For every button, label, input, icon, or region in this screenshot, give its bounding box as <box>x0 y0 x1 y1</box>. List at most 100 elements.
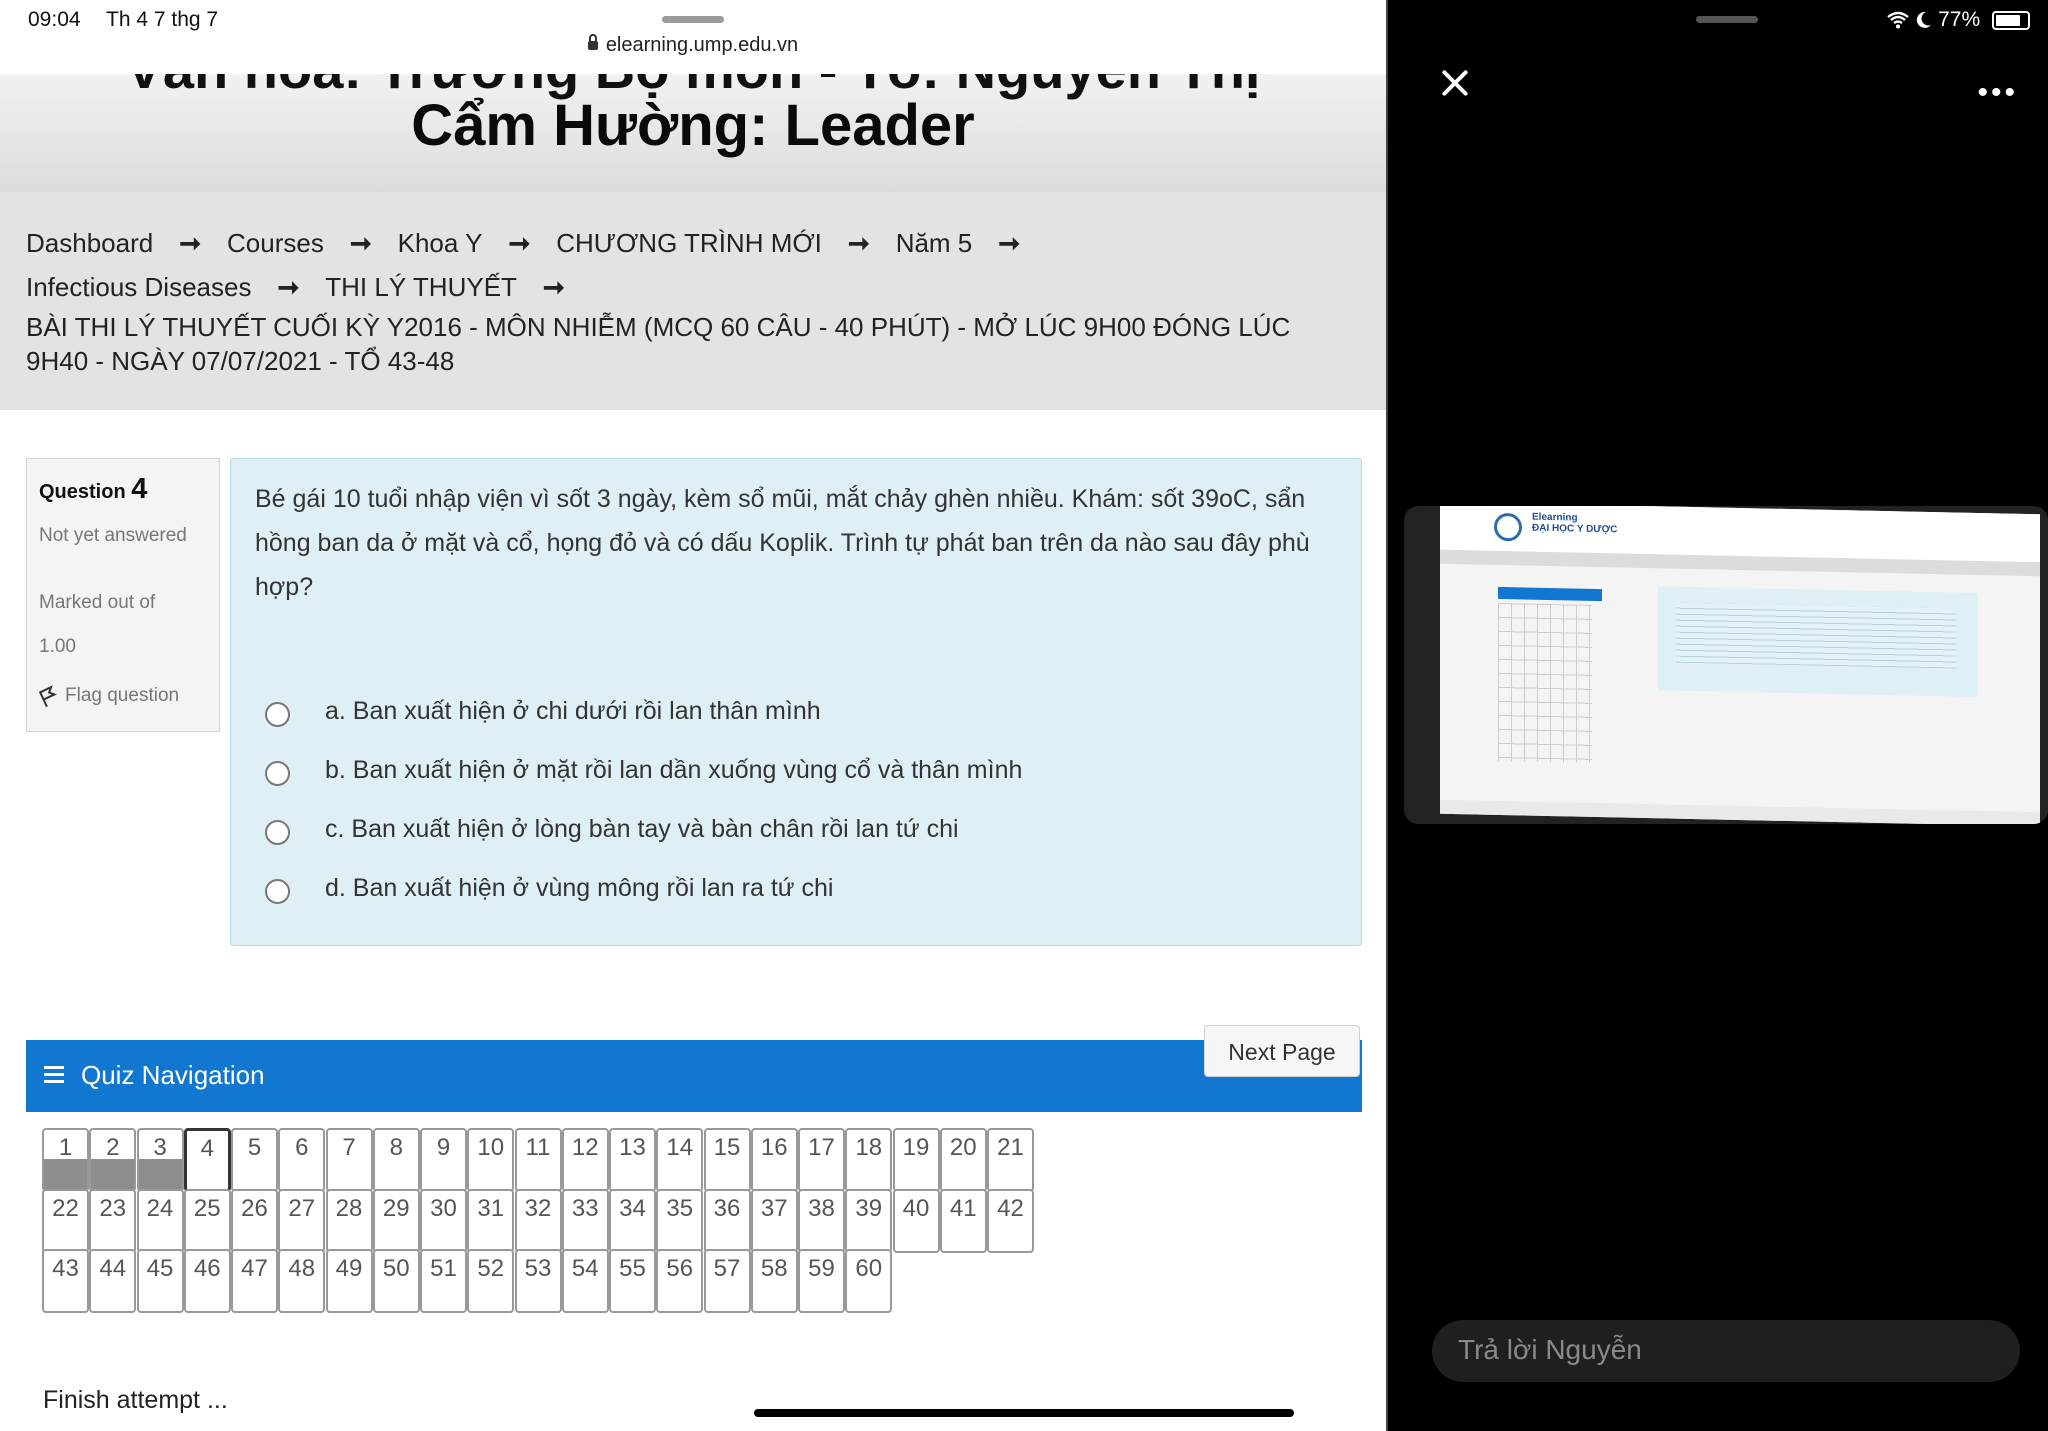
breadcrumb-link[interactable]: Năm 5 <box>896 228 973 258</box>
quiz-nav-button[interactable]: 26 <box>231 1188 278 1253</box>
quiz-nav-button[interactable]: 18 <box>845 1128 893 1192</box>
quiz-nav-button[interactable]: 27 <box>278 1188 326 1253</box>
moon-icon <box>1917 12 1932 29</box>
quiz-nav-button[interactable]: 51 <box>420 1249 467 1313</box>
quiz-nav-button[interactable]: 22 <box>42 1188 89 1253</box>
quiz-nav-button[interactable]: 33 <box>561 1188 609 1253</box>
quiz-nav-button[interactable]: 46 <box>183 1249 231 1313</box>
quiz-nav-button[interactable]: 6 <box>278 1128 326 1192</box>
breadcrumb-link[interactable]: Khoa Y <box>398 228 483 258</box>
next-page-button[interactable]: Next Page <box>1204 1025 1360 1077</box>
breadcrumb: Dashboard ➞ Courses ➞ Khoa Y ➞ CHƯƠNG TRÌNH MỚ… <box>0 192 1386 410</box>
flag-question-button[interactable]: Flag question <box>38 685 179 708</box>
quiz-nav-button[interactable]: 37 <box>750 1188 798 1253</box>
quiz-nav-button[interactable]: 48 <box>278 1249 326 1313</box>
quiz-nav-button[interactable]: 24 <box>136 1188 184 1253</box>
radio-button[interactable] <box>265 761 290 786</box>
status-icons: 77% <box>1886 8 2030 32</box>
quiz-nav-button[interactable]: 52 <box>467 1249 515 1313</box>
wifi-icon <box>1887 12 1910 29</box>
quiz-navigation-header[interactable]: Quiz Navigation <box>26 1040 1362 1112</box>
address-bar[interactable]: elearning.ump.edu.vn <box>0 34 1386 57</box>
flag-icon <box>38 685 58 708</box>
messenger-pane: 77% ••• Elearning ĐẠI HỌC Y DƯỢC Trả lời… <box>1388 0 2048 1431</box>
question-mark: Marked out of 1.00 <box>39 592 156 657</box>
quiz-nav-button[interactable]: 15 <box>703 1128 751 1192</box>
quiz-nav-button[interactable]: 2 <box>89 1128 137 1192</box>
quiz-nav-button[interactable]: 53 <box>514 1249 562 1313</box>
quiz-nav-button[interactable]: 20 <box>939 1128 987 1192</box>
arrow-right-icon: ➞ <box>998 228 1021 258</box>
quiz-nav-button[interactable]: 49 <box>325 1249 373 1313</box>
quiz-nav-button[interactable]: 47 <box>231 1249 278 1313</box>
finish-attempt-link[interactable]: Finish attempt ... <box>43 1386 228 1415</box>
breadcrumb-link[interactable]: CHƯƠNG TRÌNH MỚI <box>556 228 822 258</box>
quiz-nav-button[interactable]: 28 <box>325 1188 373 1253</box>
quiz-nav-button[interactable]: 29 <box>372 1188 420 1253</box>
breadcrumb-link[interactable]: Dashboard <box>26 228 153 258</box>
multitasking-handle[interactable] <box>1696 16 1758 23</box>
quiz-nav-button[interactable]: 10 <box>467 1128 515 1192</box>
quiz-nav-button[interactable]: 56 <box>656 1249 704 1313</box>
quiz-nav-button[interactable]: 35 <box>656 1188 704 1253</box>
shared-photo[interactable]: Elearning ĐẠI HỌC Y DƯỢC <box>1404 506 2048 824</box>
quiz-nav-button[interactable]: 44 <box>89 1249 137 1313</box>
quiz-nav-button[interactable]: 12 <box>561 1128 609 1192</box>
arrow-right-icon: ➞ <box>847 228 870 258</box>
quiz-nav-button[interactable]: 25 <box>183 1188 231 1253</box>
question-box: Bé gái 10 tuổi nhập viện vì sốt 3 ngày, … <box>230 458 1362 946</box>
quiz-nav-button[interactable]: 32 <box>514 1188 562 1253</box>
radio-button[interactable] <box>265 820 290 845</box>
quiz-nav-button[interactable]: 14 <box>656 1128 704 1192</box>
quiz-nav-button[interactable]: 5 <box>231 1128 278 1192</box>
quiz-nav-button[interactable]: 23 <box>89 1188 137 1253</box>
photo-screen-content: Elearning ĐẠI HỌC Y DƯỢC <box>1440 506 2040 824</box>
quiz-nav-button[interactable]: 9 <box>420 1128 467 1192</box>
quiz-nav-button[interactable]: 55 <box>609 1249 656 1313</box>
quiz-nav-button[interactable]: 42 <box>987 1188 1034 1253</box>
quiz-nav-button[interactable]: 11 <box>514 1128 562 1192</box>
quiz-nav-button[interactable]: 59 <box>798 1249 845 1313</box>
quiz-nav-button[interactable]: 43 <box>42 1249 89 1313</box>
quiz-nav-button[interactable]: 60 <box>845 1249 893 1313</box>
reply-placeholder: Trả lời Nguyễn <box>1458 1334 1642 1365</box>
quiz-nav-button[interactable]: 1 <box>42 1128 89 1192</box>
breadcrumb-link[interactable]: Courses <box>227 228 324 258</box>
breadcrumb-link[interactable]: Infectious Diseases <box>26 272 251 302</box>
quiz-nav-button[interactable]: 39 <box>845 1188 893 1253</box>
quiz-nav-button[interactable]: 16 <box>750 1128 798 1192</box>
quiz-nav-button[interactable]: 36 <box>703 1188 751 1253</box>
radio-button[interactable] <box>265 702 290 727</box>
quiz-nav-button[interactable]: 31 <box>467 1188 515 1253</box>
question-text: Bé gái 10 tuổi nhập viện vì sốt 3 ngày, … <box>255 485 1310 601</box>
quiz-nav-button[interactable]: 57 <box>703 1249 751 1313</box>
home-indicator[interactable] <box>754 1409 1294 1417</box>
quiz-nav-button[interactable]: 54 <box>561 1249 609 1313</box>
quiz-nav-button[interactable]: 45 <box>136 1249 184 1313</box>
multitasking-handle[interactable] <box>662 16 724 23</box>
arrow-right-icon: ➞ <box>508 228 531 258</box>
quiz-nav-button[interactable]: 3 <box>136 1128 184 1192</box>
quiz-nav-button[interactable]: 17 <box>798 1128 845 1192</box>
quiz-nav-button[interactable]: 34 <box>609 1188 656 1253</box>
quiz-nav-button[interactable]: 50 <box>372 1249 420 1313</box>
quiz-nav-button[interactable]: 38 <box>798 1188 845 1253</box>
quiz-nav-button[interactable]: 41 <box>939 1188 987 1253</box>
quiz-nav-button[interactable]: 19 <box>892 1128 940 1192</box>
reply-input[interactable]: Trả lời Nguyễn <box>1432 1320 2020 1382</box>
breadcrumb-link[interactable]: THI LÝ THUYẾT <box>325 272 517 302</box>
quiz-nav-button[interactable]: 40 <box>892 1188 940 1253</box>
quiz-nav-button[interactable]: 7 <box>325 1128 373 1192</box>
quiz-nav-button[interactable]: 4 <box>183 1128 231 1192</box>
quiz-navigation-title: Quiz Navigation <box>81 1060 265 1090</box>
quiz-nav-button[interactable]: 13 <box>609 1128 656 1192</box>
hamburger-icon[interactable] <box>44 1066 64 1084</box>
radio-button[interactable] <box>265 879 290 904</box>
more-icon[interactable]: ••• <box>1977 76 2018 110</box>
quiz-nav-button[interactable]: 21 <box>987 1128 1034 1192</box>
quiz-nav-button[interactable]: 8 <box>372 1128 420 1192</box>
quiz-nav-button[interactable]: 30 <box>420 1188 467 1253</box>
quiz-nav-button[interactable]: 58 <box>750 1249 798 1313</box>
close-icon[interactable] <box>1438 66 1472 100</box>
question-info: Question 4 Not yet answered Marked out o… <box>26 458 220 732</box>
